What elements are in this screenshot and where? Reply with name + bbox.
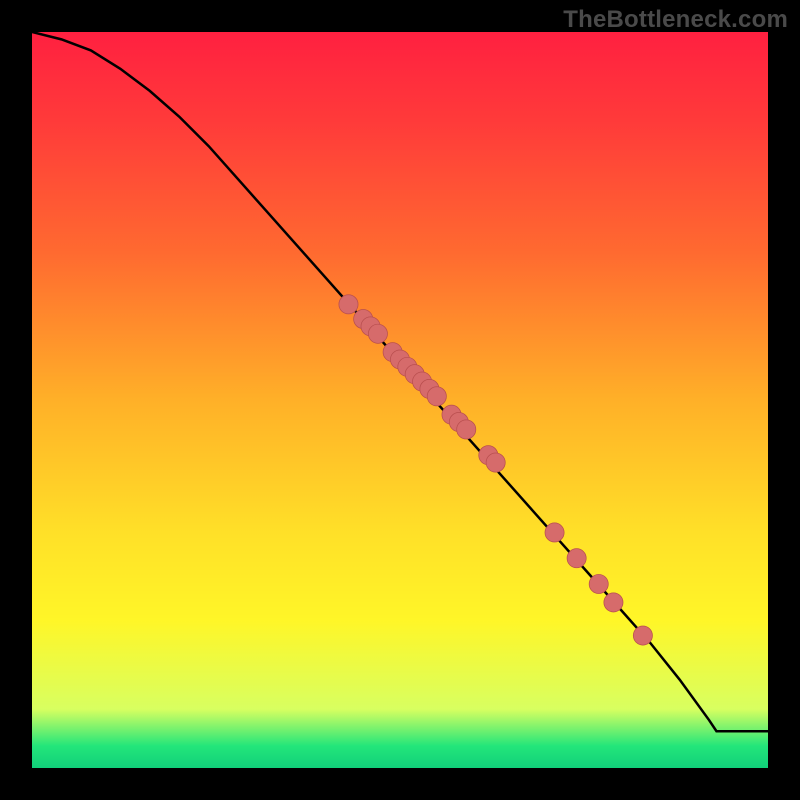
data-point [339, 295, 358, 314]
data-point [368, 324, 387, 343]
data-point [604, 593, 623, 612]
plot-area [32, 32, 768, 768]
data-point [633, 626, 652, 645]
data-point [427, 387, 446, 406]
watermark-label: TheBottleneck.com [563, 6, 788, 34]
data-point [457, 420, 476, 439]
data-point [589, 574, 608, 593]
data-point [486, 453, 505, 472]
data-point [545, 523, 564, 542]
scatter-points [339, 295, 653, 645]
data-point [567, 549, 586, 568]
scatter-layer [32, 32, 768, 768]
